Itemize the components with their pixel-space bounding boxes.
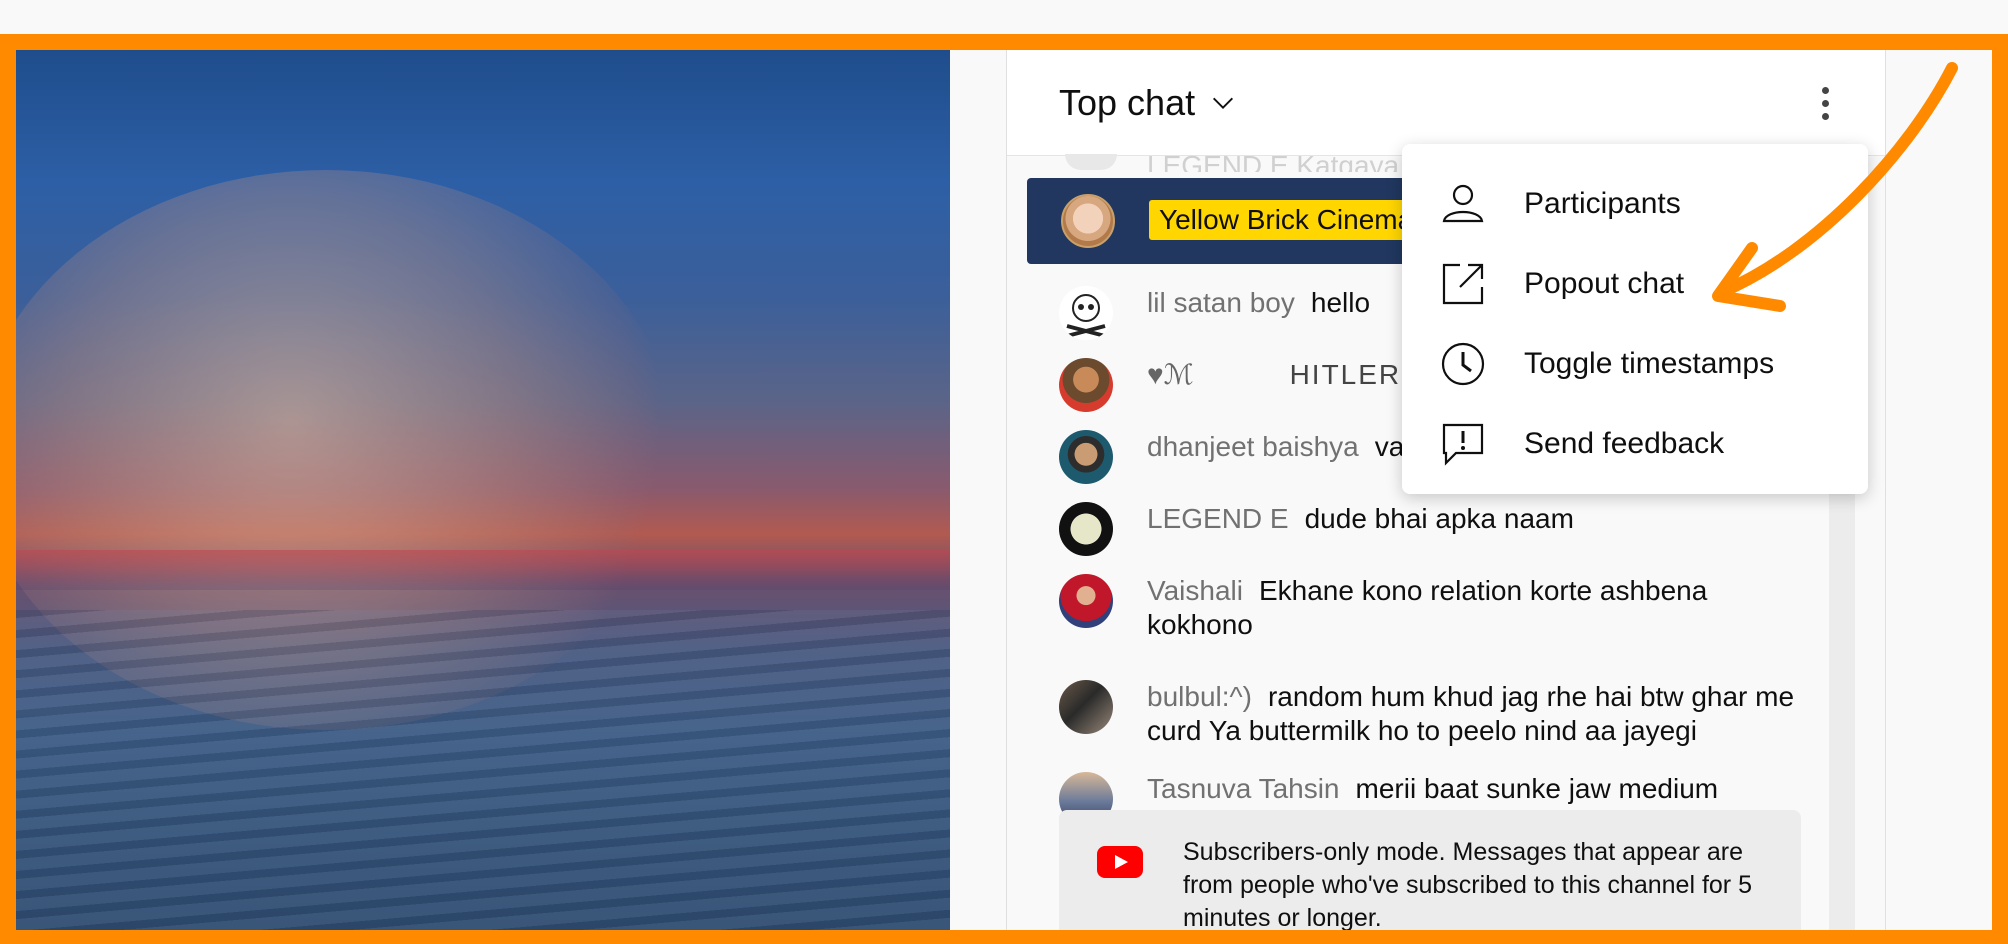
chat-title: Top chat (1059, 82, 1196, 123)
chat-message[interactable]: LEGEND E dude bhai apka naam (1059, 502, 1819, 556)
menu-item-label: Popout chat (1524, 267, 1685, 300)
menu-item-label: Send feedback (1524, 427, 1725, 460)
message-author: Tasnuva Tahsin (1147, 773, 1340, 804)
chat-mode-selector[interactable]: Top chat (1059, 82, 1237, 124)
chat-message[interactable]: Vaishali Ekhane kono relation korte ashbe… (1059, 574, 1819, 642)
avatar (1059, 574, 1113, 628)
avatar (1059, 502, 1113, 556)
avatar (1061, 194, 1115, 248)
popout-icon (1442, 263, 1484, 305)
chat-message[interactable]: bulbul:^) random hum khud jag rhe hai btw… (1059, 680, 1819, 748)
message-author: dhanjeet baishya (1147, 431, 1359, 462)
menu-item-label: Participants (1524, 187, 1681, 220)
pinned-author-name: Yellow Brick Cinema (1149, 200, 1424, 240)
chevron-down-icon (1213, 97, 1234, 109)
menu-item-send-feedback[interactable]: Send feedback (1402, 404, 1868, 484)
annotation-arrow (1712, 62, 1958, 312)
menu-item-toggle-timestamps[interactable]: Toggle timestamps (1402, 324, 1868, 404)
feedback-icon (1442, 423, 1484, 466)
message-author: ♥ℳ (1147, 359, 1194, 390)
menu-item-label: Toggle timestamps (1524, 347, 1775, 380)
youtube-logo-icon (1097, 846, 1143, 878)
partially-hidden-message: LEGEND E Katgaya (1147, 150, 1400, 172)
message-text: dude bhai apka naam (1304, 503, 1574, 534)
message-text: HITLER (1289, 359, 1402, 390)
clock-icon (1441, 342, 1485, 386)
avatar (1065, 154, 1117, 170)
message-author: Vaishali (1147, 575, 1243, 606)
subscribers-only-notice: Subscribers-only mode. Messages that app… (1059, 810, 1801, 932)
message-text: hello (1310, 287, 1371, 318)
subscribers-notice-text: Subscribers-only mode. Messages that app… (1183, 838, 1752, 932)
person-icon (1442, 184, 1484, 223)
message-author: lil satan boy (1147, 287, 1295, 318)
avatar (1059, 680, 1113, 734)
video-player[interactable] (16, 50, 950, 930)
avatar (1059, 430, 1113, 484)
message-author: bulbul:^) (1147, 681, 1252, 712)
video-sea (16, 610, 950, 930)
avatar (1059, 358, 1113, 412)
message-text: va (1374, 431, 1405, 462)
video-horizon (16, 550, 950, 590)
message-author: LEGEND E (1147, 503, 1289, 534)
skull-avatar (1059, 286, 1113, 340)
message-text: merii baat sunke jaw medium (1355, 773, 1719, 804)
